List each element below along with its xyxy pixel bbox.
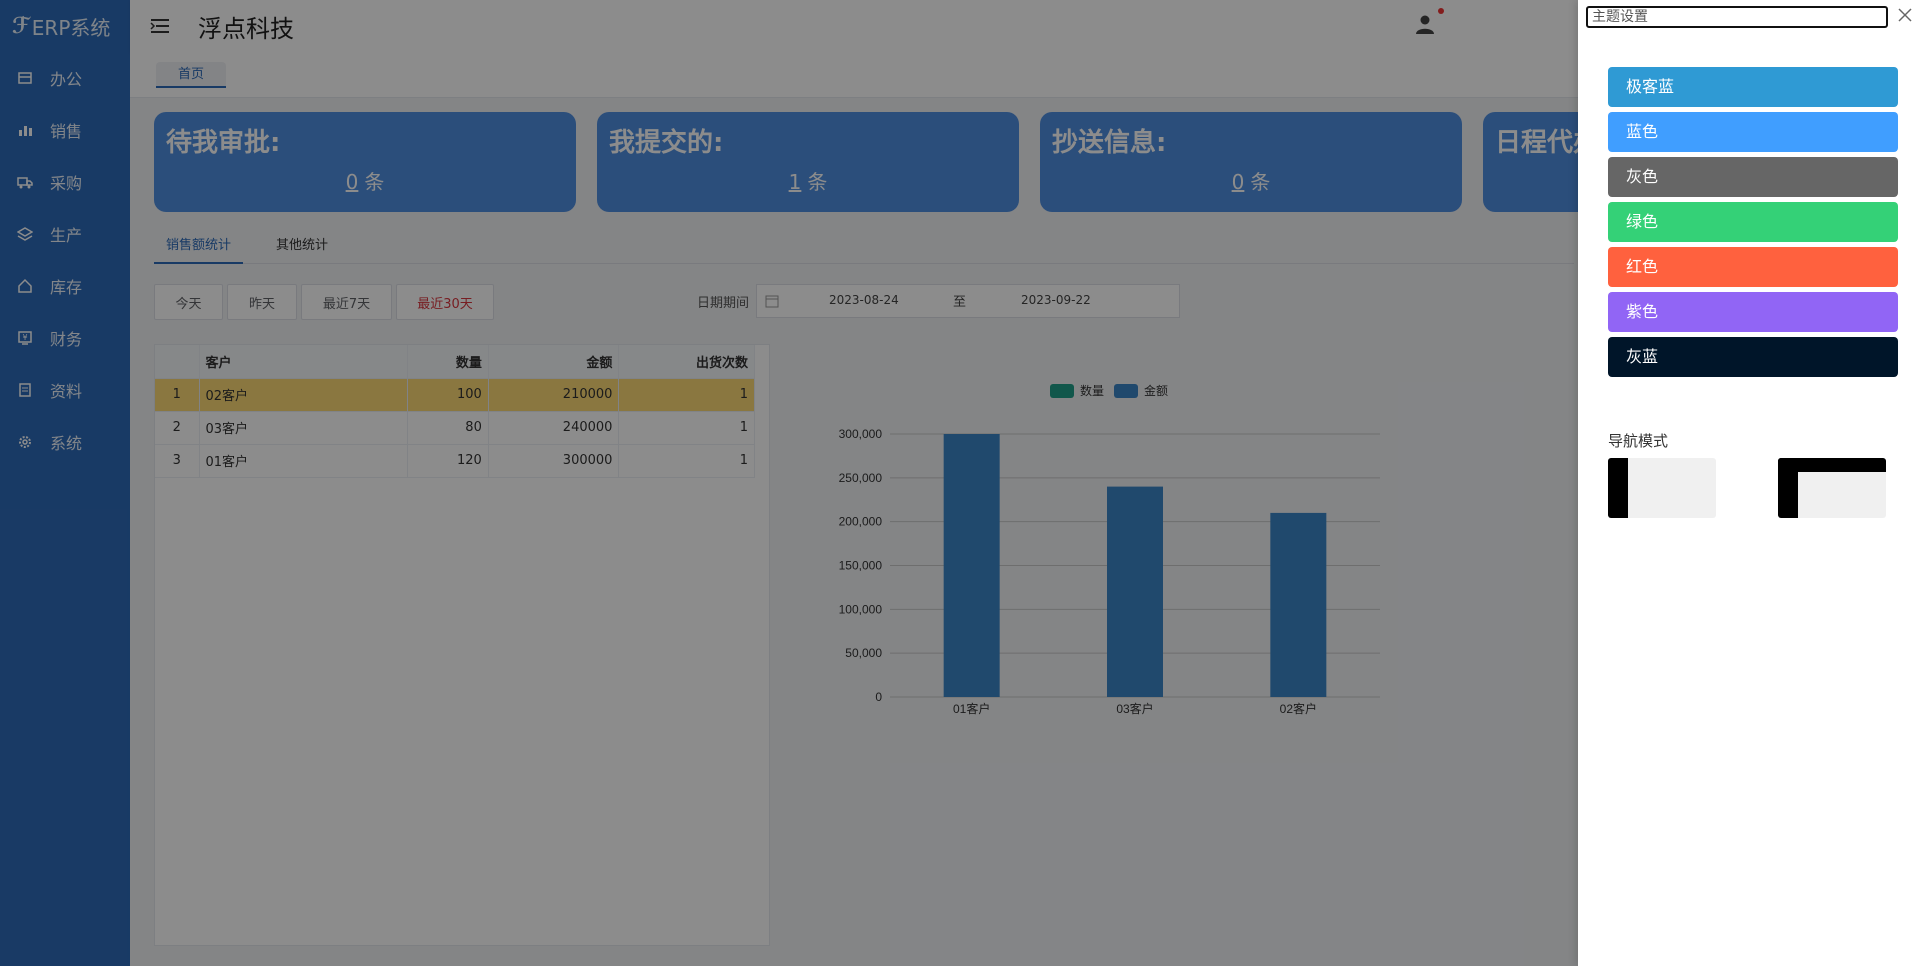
- theme-settings-drawer: 主题设置 极客蓝 蓝色 灰色 绿色 红色 紫色 灰蓝 导航模式: [1578, 0, 1920, 966]
- side-nav-preview-bar: [1608, 458, 1628, 518]
- theme-purple-button[interactable]: 紫色: [1608, 292, 1898, 332]
- modal-overlay[interactable]: [0, 0, 1578, 966]
- theme-gray-button[interactable]: 灰色: [1608, 157, 1898, 197]
- nav-mode-label: 导航模式: [1608, 432, 1669, 450]
- close-icon[interactable]: [1896, 6, 1914, 24]
- theme-blue-button[interactable]: 蓝色: [1608, 112, 1898, 152]
- theme-green-button[interactable]: 绿色: [1608, 202, 1898, 242]
- theme-gray-blue-button[interactable]: 灰蓝: [1608, 337, 1898, 377]
- drawer-title: 主题设置: [1586, 6, 1888, 28]
- side-nav-preview-bar: [1778, 458, 1798, 518]
- nav-mode-mixed-option[interactable]: [1778, 458, 1886, 518]
- theme-geek-blue-button[interactable]: 极客蓝: [1608, 67, 1898, 107]
- theme-red-button[interactable]: 红色: [1608, 247, 1898, 287]
- nav-mode-side-option[interactable]: [1608, 458, 1716, 518]
